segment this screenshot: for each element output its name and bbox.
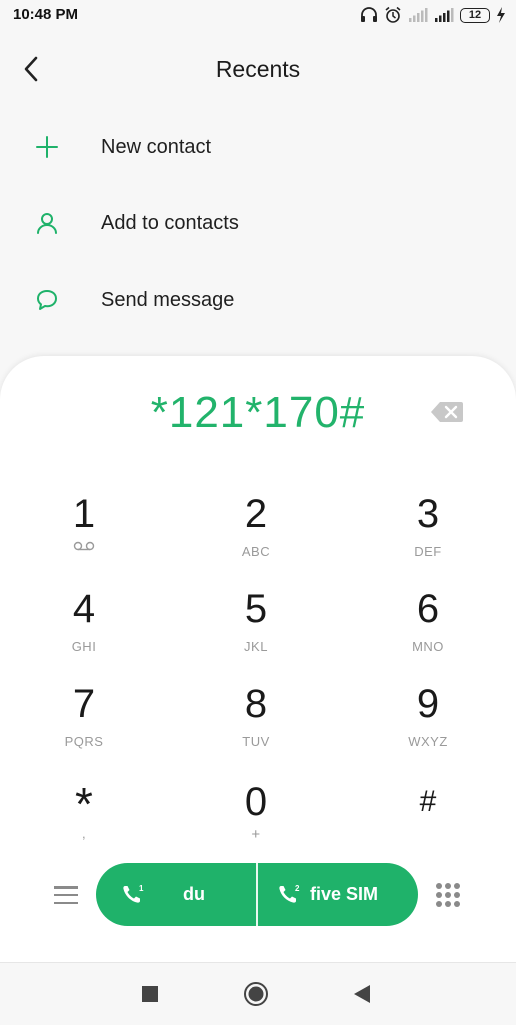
key-letters: , (81, 826, 87, 841)
person-icon (30, 206, 64, 240)
battery-icon: 12 (460, 7, 490, 23)
chat-bubble-icon (30, 283, 64, 317)
dialpad-toggle-button[interactable] (436, 880, 460, 910)
key-letters: + (251, 826, 261, 843)
call-bar: 1 du 2 five SIM (96, 863, 418, 926)
key-letters: GHI (71, 639, 97, 654)
battery-level: 12 (468, 9, 482, 21)
back-nav-button[interactable] (349, 981, 375, 1007)
phone-sim1-icon: 1 (123, 884, 144, 903)
key-1[interactable]: 1 (24, 492, 144, 572)
key-6[interactable]: 6 MNO (368, 587, 488, 667)
key-letters: PQRS (64, 734, 104, 749)
send-message-item[interactable]: Send message (0, 268, 516, 332)
key-hash[interactable]: # (368, 782, 488, 862)
key-2[interactable]: 2 ABC (196, 492, 316, 572)
header: Recents (0, 42, 516, 98)
call-sim1-label: du (183, 884, 205, 904)
dialpad-icon-dot (436, 892, 442, 898)
menu-button[interactable] (50, 880, 82, 910)
svg-text:1: 1 (139, 884, 144, 893)
key-letters: DEF (414, 544, 442, 559)
menu-icon-line (54, 893, 78, 897)
dialpad-icon-dot (445, 901, 451, 907)
dialpad-icon-dot (445, 892, 451, 898)
key-digit: 0 (244, 780, 268, 824)
menu-icon (54, 886, 78, 889)
new-contact-label: New contact (101, 135, 212, 158)
call-sim2-button[interactable]: 2 five SIM (258, 863, 418, 926)
key-letters: WXYZ (408, 734, 448, 749)
backspace-button[interactable] (430, 400, 464, 424)
status-bar: 10:48 PM 12 (0, 0, 516, 30)
square-icon (142, 986, 158, 1002)
key-digit: # (419, 785, 437, 818)
dialpad-icon-dot (445, 883, 451, 889)
send-message-label: Send message (101, 288, 235, 311)
key-digit: 2 (244, 492, 268, 536)
key-digit: 9 (416, 682, 440, 726)
key-digit: * (75, 778, 93, 830)
call-sim1-button[interactable]: 1 du (96, 863, 256, 926)
key-letters: JKL (244, 639, 268, 654)
key-5[interactable]: 5 JKL (196, 587, 316, 667)
phone-sim2-icon: 2 (279, 884, 300, 903)
key-4[interactable]: 4 GHI (24, 587, 144, 667)
signal-icon (409, 8, 428, 22)
new-contact-item[interactable]: New contact (0, 115, 516, 179)
key-7[interactable]: 7 PQRS (24, 682, 144, 762)
system-nav-bar (0, 962, 516, 1025)
key-0[interactable]: 0 + (196, 780, 316, 860)
key-letters: TUV (242, 734, 270, 749)
page-title: Recents (215, 56, 301, 82)
key-digit: 4 (72, 587, 96, 631)
dialpad-icon-dot (454, 883, 460, 889)
plus-icon (30, 130, 64, 164)
add-to-contacts-label: Add to contacts (101, 211, 239, 234)
key-letters: MNO (412, 639, 444, 654)
key-digit: 7 (72, 682, 96, 726)
menu-icon-line (54, 901, 78, 904)
dialpad-icon-dot (454, 892, 460, 898)
key-letters: ABC (241, 544, 271, 559)
home-circle-icon (244, 982, 268, 1006)
add-to-contacts-item[interactable]: Add to contacts (0, 191, 516, 255)
key-8[interactable]: 8 TUV (196, 682, 316, 762)
voicemail-icon (73, 540, 95, 555)
call-sim2-label: five SIM (310, 884, 379, 904)
signal-icon (435, 8, 454, 22)
key-digit: 8 (244, 682, 268, 726)
svg-text:2: 2 (295, 884, 300, 893)
key-digit: 1 (72, 492, 96, 536)
backspace-icon (431, 402, 463, 422)
headphones-icon (361, 7, 377, 22)
dialpad-icon-dot (436, 901, 442, 907)
home-nav-button[interactable] (243, 981, 269, 1007)
back-triangle-icon (354, 985, 370, 1003)
alarm-icon (385, 6, 401, 23)
key-digit: 3 (416, 492, 440, 536)
key-digit: 5 (244, 587, 268, 631)
charging-icon (497, 7, 505, 23)
key-star[interactable]: * , (24, 778, 144, 862)
key-3[interactable]: 3 DEF (368, 492, 488, 572)
dialpad-icon (436, 883, 442, 889)
status-icons: 12 (360, 5, 506, 25)
key-digit: 6 (416, 587, 440, 631)
recents-nav-button[interactable] (137, 981, 163, 1007)
status-time: 10:48 PM (13, 6, 79, 23)
dialpad-icon-dot (454, 901, 460, 907)
key-9[interactable]: 9 WXYZ (368, 682, 488, 762)
